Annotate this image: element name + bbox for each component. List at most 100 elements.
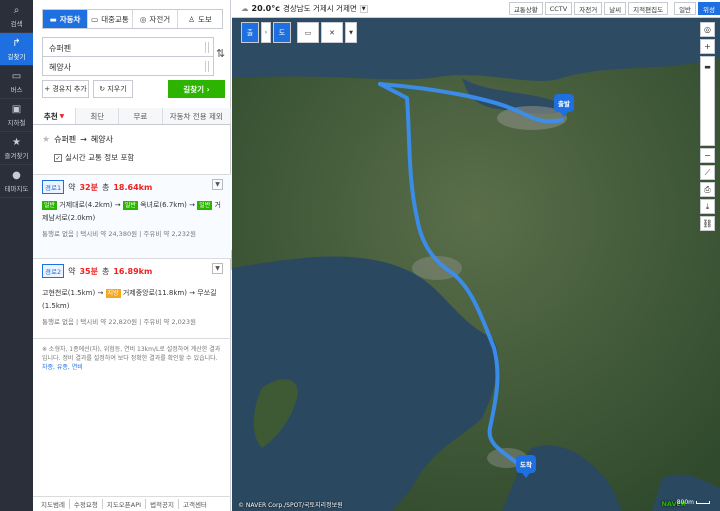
tab-free[interactable]: 무료 bbox=[119, 108, 163, 124]
end-pin-icon[interactable]: 도 bbox=[273, 22, 291, 43]
chevron-down-icon[interactable]: ▼ bbox=[345, 22, 357, 43]
zoom-out-button[interactable]: − bbox=[700, 148, 715, 163]
chevron-down-icon[interactable]: ▼ bbox=[212, 179, 223, 190]
slider-handle-icon[interactable]: ▬ bbox=[704, 63, 711, 71]
link-icon[interactable]: ⛓ bbox=[700, 216, 715, 231]
map-top-bar: ☁ 20.0°c 경상남도 거제시 거제면 ▼ 교통상황 CCTV 자전거 날씨… bbox=[232, 0, 720, 18]
compass-icon[interactable]: ◎ bbox=[700, 22, 715, 37]
chevron-down-icon[interactable]: ▼ bbox=[212, 263, 223, 274]
realtime-traffic-checkbox[interactable]: ✓ 실시간 교통 정보 포함 bbox=[54, 152, 134, 163]
clear-button[interactable]: ↻ 지우기 bbox=[93, 80, 133, 98]
checkbox-icon[interactable]: ✓ bbox=[54, 153, 62, 162]
rail-item-label: 길찾기 bbox=[7, 52, 26, 61]
mode-bike[interactable]: ◎ 자전거 bbox=[132, 10, 177, 28]
bus-icon[interactable]: ▭ bbox=[297, 22, 319, 43]
summary-from: 슈퍼펜 bbox=[54, 135, 77, 144]
route-badge: 경로1 bbox=[42, 180, 65, 194]
panel-footer: 지도범례 수정요청 지도오픈API 법적공지 고객센터 bbox=[33, 496, 231, 511]
layer-satellite[interactable]: 위성 bbox=[698, 2, 720, 15]
chevron-down-icon[interactable]: ▼ bbox=[359, 4, 368, 13]
route-distance: 18.64km bbox=[113, 182, 153, 192]
layer-cctv[interactable]: CCTV bbox=[544, 2, 573, 15]
map-copyright: © NAVER Corp./SPOT/국토지리정보원 bbox=[238, 502, 343, 509]
start-pin-icon[interactable]: 출 bbox=[241, 22, 259, 43]
layer-traffic[interactable]: 교통상황 bbox=[508, 2, 543, 15]
bike-icon: ◎ bbox=[139, 14, 147, 24]
layer-label: 교통상황 bbox=[513, 5, 538, 14]
destination-input[interactable]: 혜양사 bbox=[42, 56, 214, 76]
drag-handle-icon[interactable] bbox=[205, 61, 209, 72]
rail-item-theme-map[interactable]: ● 테마지도 bbox=[0, 165, 33, 198]
zoom-in-button[interactable]: + bbox=[700, 39, 715, 54]
map-layer-buttons: 교통상황 CCTV 자전거 날씨 지적편집도 일반 위성 bbox=[508, 2, 720, 15]
mode-label: 대중교통 bbox=[101, 14, 129, 24]
tab-shortest[interactable]: 최단 bbox=[76, 108, 120, 124]
bus-icon: ▭ bbox=[11, 70, 22, 82]
swap-icon[interactable]: ⇅ bbox=[216, 47, 225, 60]
ruler-icon[interactable]: ⟋ bbox=[700, 165, 715, 180]
chevron-right-icon: › bbox=[261, 22, 271, 43]
route-card-1[interactable]: 경로1 약 32분 총 18.64km ▼ 일반 거제대로(4.2km) → 일반 … bbox=[33, 174, 231, 258]
save-icon[interactable]: ⤓ bbox=[700, 199, 715, 214]
road-badge: 일반 bbox=[42, 201, 58, 210]
mode-label: 자전거 bbox=[149, 14, 171, 24]
time-prefix: 약 bbox=[68, 182, 76, 192]
satellite-map[interactable]: 출발 도착 bbox=[232, 18, 720, 511]
zoom-slider[interactable]: ▬ bbox=[700, 56, 715, 146]
directions-icon: ↱ bbox=[12, 37, 21, 49]
time-prefix: 약 bbox=[68, 266, 76, 276]
bus-icon: ▭ bbox=[91, 14, 99, 24]
rail-item-label: 테마지도 bbox=[4, 184, 29, 193]
map-left-tools: 출 › 도 ▭ ✕ ▼ bbox=[241, 22, 357, 43]
subway-icon: ▣ bbox=[11, 103, 22, 115]
route-badge: 경로2 bbox=[42, 264, 65, 278]
fuel-notice: ※ 소형차, 1종에선(자), 위험등, 연비 13km/L로 설정하여 계산한… bbox=[33, 338, 231, 378]
print-icon[interactable]: ⎙ bbox=[700, 182, 715, 197]
find-route-label: 길찾기 › bbox=[183, 84, 210, 94]
footer-link-legend[interactable]: 지도범례 bbox=[37, 499, 69, 509]
restaurant-icon[interactable]: ✕ bbox=[321, 22, 343, 43]
origin-input[interactable]: 슈퍼펜 bbox=[42, 37, 214, 57]
mode-transit[interactable]: ▭ 대중교통 bbox=[87, 10, 132, 28]
mode-label: 도보 bbox=[197, 14, 212, 24]
route-card-header: 경로2 약 35분 총 16.89km bbox=[42, 263, 222, 279]
footer-link-report[interactable]: 수정요청 bbox=[68, 499, 102, 509]
rail-item-bus[interactable]: ▭ 버스 bbox=[0, 66, 33, 99]
start-marker[interactable]: 출발 bbox=[554, 94, 574, 117]
route-meta: 통행료 없음 | 택시비 약 22,820원 | 주유비 약 2,023원 bbox=[42, 318, 197, 326]
layer-normal[interactable]: 일반 bbox=[674, 2, 697, 15]
rail-item-favorites[interactable]: ★ 즐겨찾기 bbox=[0, 132, 33, 165]
drag-handle-icon[interactable] bbox=[205, 42, 209, 53]
summary-to: 혜양사 bbox=[90, 135, 113, 144]
rail-item-subway[interactable]: ▣ 지하철 bbox=[0, 99, 33, 132]
footer-link-api[interactable]: 지도오픈API bbox=[101, 499, 145, 509]
tab-exclude-expressway[interactable]: 자동차 전용 제외 bbox=[162, 108, 231, 124]
tab-recommended[interactable]: 추천 ▼ bbox=[33, 108, 77, 124]
footer-link-legal[interactable]: 법적공지 bbox=[145, 499, 178, 509]
weather-temp: 20.0°c bbox=[251, 4, 280, 13]
rail-item-directions[interactable]: ↱ 길찾기 bbox=[0, 33, 33, 66]
layer-bike[interactable]: 자전거 bbox=[574, 2, 603, 15]
weather-info: ☁ 20.0°c 경상남도 거제시 거제면 ▼ bbox=[241, 3, 368, 14]
route-card-header: 경로1 약 32분 총 18.64km bbox=[42, 179, 222, 195]
star-icon[interactable]: ★ bbox=[42, 135, 50, 145]
tab-label: 추천 bbox=[43, 111, 58, 121]
find-route-button[interactable]: 길찾기 › bbox=[168, 80, 225, 98]
mode-walk[interactable]: ♙ 도보 bbox=[177, 10, 222, 28]
add-waypoint-button[interactable]: + 경유지 추가 bbox=[42, 80, 89, 98]
end-marker[interactable]: 도착 bbox=[516, 455, 536, 478]
pin-icon: ● bbox=[12, 169, 21, 181]
mode-car[interactable]: ▬ 자동차 bbox=[43, 10, 87, 28]
footer-link-support[interactable]: 고객센터 bbox=[177, 499, 211, 509]
rail-item-search[interactable]: ⌕ 검색 bbox=[0, 0, 33, 33]
road-segment: 거제대로(4.2km) → bbox=[57, 201, 123, 209]
notice-settings-link[interactable]: 차종, 유종, 연비 bbox=[42, 364, 83, 371]
walk-icon: ♙ bbox=[188, 14, 195, 24]
layer-weather[interactable]: 날씨 bbox=[604, 2, 627, 15]
origin-value: 슈퍼펜 bbox=[49, 44, 72, 53]
route-card-2[interactable]: 경로2 약 35분 총 16.89km ▼ 고현천로(1.5km) → 지방 거제중… bbox=[33, 258, 231, 338]
dist-prefix: 총 bbox=[101, 266, 110, 276]
end-marker-label: 도착 bbox=[520, 461, 532, 469]
layer-cadastral[interactable]: 지적편집도 bbox=[628, 2, 669, 15]
road-badge: 일반 bbox=[122, 201, 138, 210]
